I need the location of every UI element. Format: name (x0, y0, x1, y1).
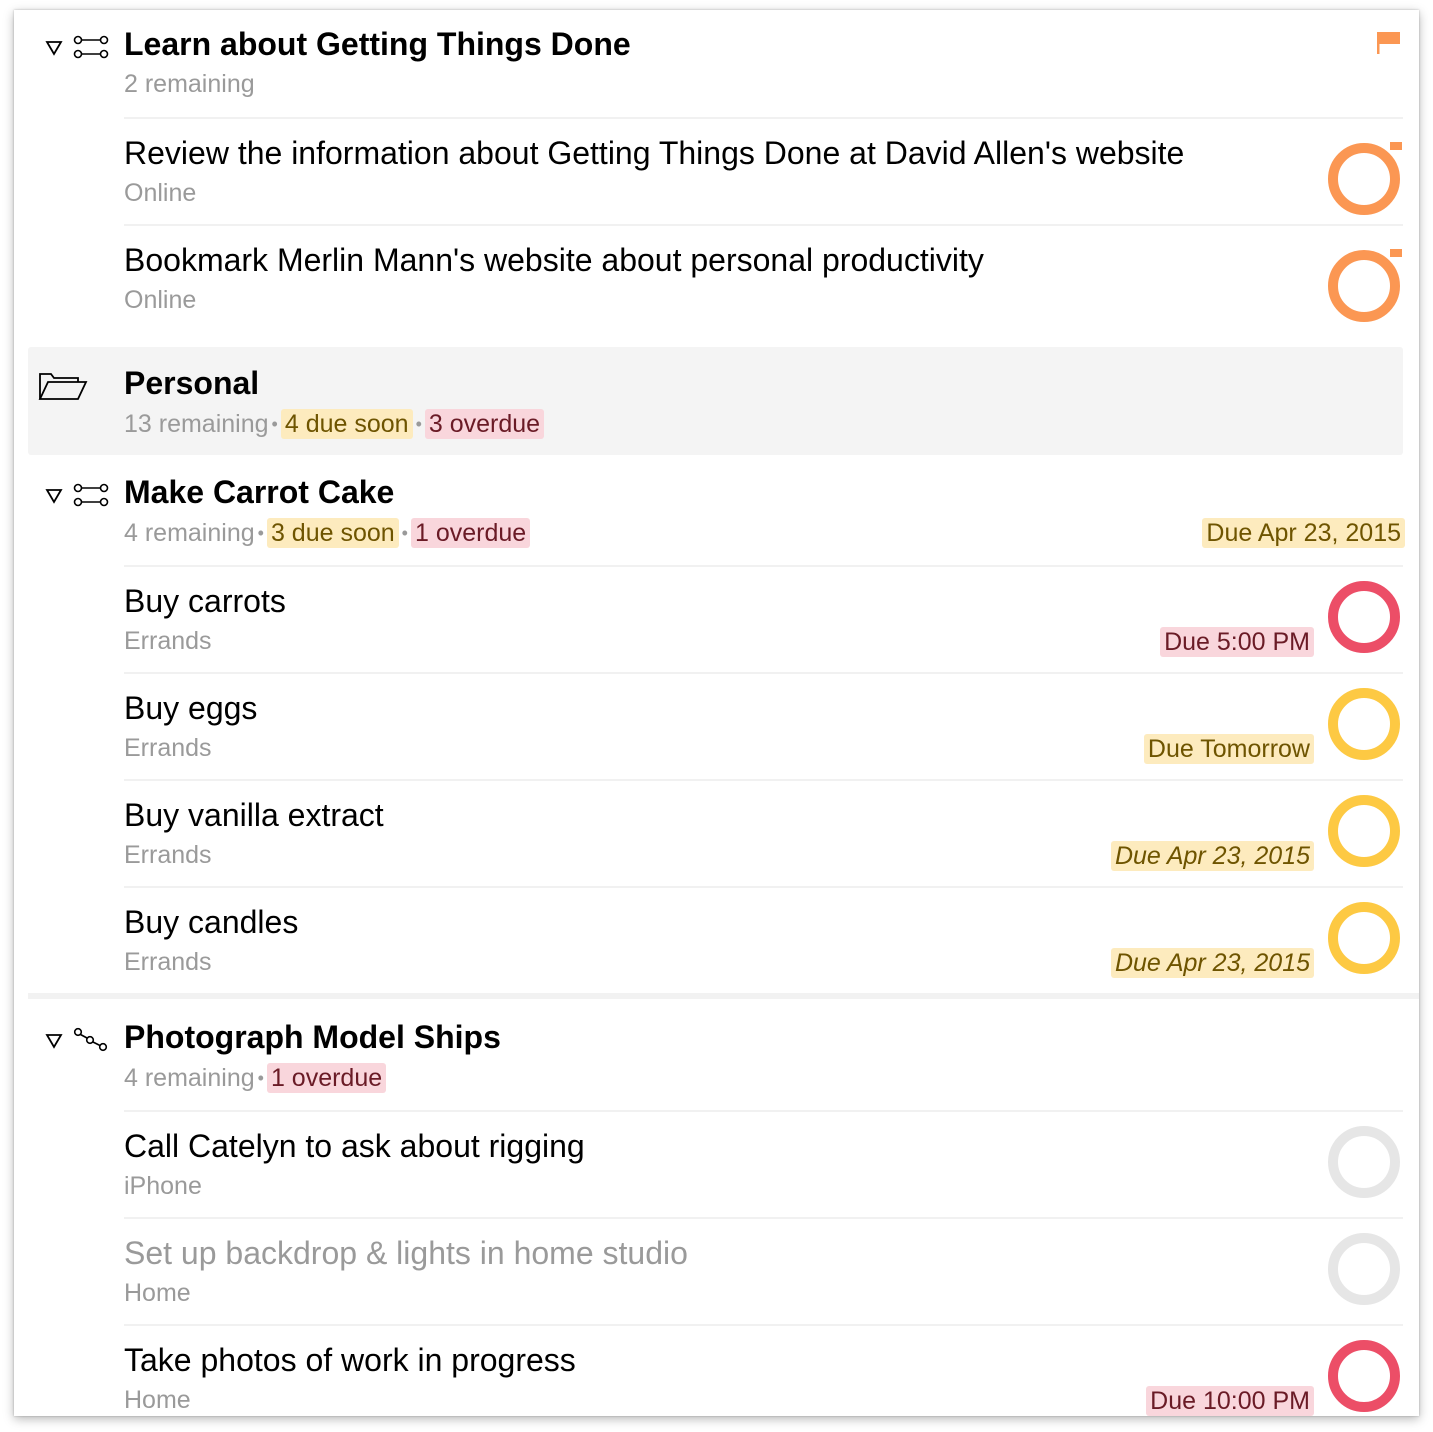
due-soon-badge: 4 due soon (280, 409, 413, 439)
disclosure-triangle-icon[interactable] (45, 40, 63, 56)
status-circle[interactable] (1328, 143, 1400, 215)
separator-dot: • (257, 1067, 264, 1088)
project-remaining: 2 remaining (124, 70, 255, 99)
sequential-project-icon (73, 1027, 108, 1052)
context-label: Online (124, 179, 197, 207)
context-label: Errands (124, 734, 212, 762)
task-row[interactable]: Buy vanilla extract Errands Due Apr 23, … (14, 781, 1419, 887)
project-row[interactable]: Photograph Model Ships 4 remaining • 1 o… (14, 1001, 1419, 1109)
flag-icon (1390, 249, 1402, 257)
status-circle[interactable] (1328, 795, 1400, 867)
remaining-count: 4 remaining (124, 518, 255, 547)
task-context: Errands (124, 948, 212, 977)
task-title[interactable]: Take photos of work in progress (124, 1342, 576, 1379)
project-summary: 4 remaining • 1 overdue (124, 1063, 387, 1093)
task-title[interactable]: Buy candles (124, 904, 298, 941)
task-title[interactable]: Bookmark Merlin Mann's website about per… (124, 242, 984, 279)
task-title[interactable]: Set up backdrop & lights in home studio (124, 1235, 688, 1272)
overdue-badge: Due 10:00 PM (1146, 1386, 1314, 1416)
due-soon-badge: Due Apr 23, 2015 (1110, 841, 1314, 871)
task-row[interactable]: Take photos of work in progress Home Due… (14, 1326, 1419, 1416)
disclosure-triangle-icon[interactable] (45, 488, 63, 504)
status-circle[interactable] (1328, 581, 1400, 653)
status-circle[interactable] (1328, 250, 1400, 322)
task-title[interactable]: Buy eggs (124, 690, 257, 727)
context-label: Online (124, 286, 197, 314)
overdue-badge: 1 overdue (266, 1063, 387, 1093)
context-label: Errands (124, 948, 212, 976)
overdue-badge: 3 overdue (424, 409, 545, 439)
status-circle[interactable] (1328, 1233, 1400, 1305)
task-due-date: Due Apr 23, 2015 (1110, 948, 1314, 978)
task-title[interactable]: Buy carrots (124, 583, 286, 620)
due-soon-badge: Due Tomorrow (1143, 734, 1314, 764)
task-context: Errands (124, 841, 212, 870)
project-due-date: Due Apr 23, 2015 (1202, 518, 1405, 548)
status-circle[interactable] (1328, 902, 1400, 974)
context-label: Errands (124, 841, 212, 869)
separator-dot: • (401, 522, 408, 543)
task-row[interactable]: Buy eggs Errands Due Tomorrow (14, 674, 1419, 780)
task-context: Errands (124, 734, 212, 763)
project-title[interactable]: Photograph Model Ships (124, 1019, 501, 1056)
project-summary: 4 remaining • 3 due soon • 1 overdue (124, 518, 531, 548)
task-due-date: Due 10:00 PM (1146, 1386, 1314, 1416)
separator-dot: • (257, 522, 264, 543)
task-context: Home (124, 1279, 191, 1308)
overdue-badge: 1 overdue (410, 518, 531, 548)
folder-title[interactable]: Personal (124, 365, 259, 402)
status-circle[interactable] (1328, 1126, 1400, 1198)
task-context: Online (124, 286, 196, 315)
parallel-project-icon (73, 35, 109, 59)
task-context: iPhone (124, 1172, 202, 1201)
due-soon-badge: Due Apr 23, 2015 (1110, 948, 1314, 978)
status-circle[interactable] (1328, 1340, 1400, 1412)
project-title[interactable]: Make Carrot Cake (124, 474, 394, 511)
status-circle[interactable] (1328, 688, 1400, 760)
task-context: Home (124, 1386, 191, 1415)
task-due-date: Due 5:00 PM (1160, 627, 1314, 657)
context-label: Home (124, 1279, 191, 1307)
task-row[interactable]: Call Catelyn to ask about rigging iPhone (14, 1112, 1419, 1218)
context-label: iPhone (124, 1172, 202, 1200)
project-row[interactable]: Learn about Getting Things Done 2 remain… (14, 10, 1419, 118)
context-label: Errands (124, 627, 212, 655)
task-row[interactable]: Buy candles Errands Due Apr 23, 2015 (14, 888, 1419, 994)
disclosure-triangle-icon[interactable] (45, 1033, 63, 1049)
task-title[interactable]: Review the information about Getting Thi… (124, 135, 1184, 172)
due-soon-badge: 3 due soon (266, 518, 399, 548)
task-due-date: Due Apr 23, 2015 (1110, 841, 1314, 871)
project-row[interactable]: Make Carrot Cake 4 remaining • 3 due soo… (14, 456, 1419, 564)
task-due-date: Due Tomorrow (1143, 734, 1314, 764)
task-title[interactable]: Buy vanilla extract (124, 797, 384, 834)
task-title[interactable]: Call Catelyn to ask about rigging (124, 1128, 585, 1165)
section-separator (28, 993, 1419, 999)
remaining-count: 4 remaining (124, 1063, 255, 1092)
context-label: Home (124, 1386, 191, 1414)
task-row[interactable]: Review the information about Getting Thi… (14, 119, 1419, 225)
project-title[interactable]: Learn about Getting Things Done (124, 26, 631, 63)
folder-icon (38, 373, 88, 400)
flag-icon[interactable] (1376, 30, 1402, 56)
outline-window: Learn about Getting Things Done 2 remain… (14, 10, 1419, 1416)
task-context: Errands (124, 627, 212, 656)
separator-dot: • (271, 413, 278, 434)
task-row[interactable]: Set up backdrop & lights in home studio … (14, 1219, 1419, 1325)
remaining-count: 13 remaining (124, 409, 269, 438)
overdue-badge: Due 5:00 PM (1160, 627, 1314, 657)
folder-summary: 13 remaining • 4 due soon • 3 overdue (124, 409, 545, 439)
task-row[interactable]: Buy carrots Errands Due 5:00 PM (14, 567, 1419, 673)
due-soon-badge: Due Apr 23, 2015 (1202, 518, 1405, 548)
parallel-project-icon (73, 483, 109, 507)
folder-row[interactable]: Personal 13 remaining • 4 due soon • 3 o… (28, 347, 1403, 455)
remaining-count: 2 remaining (124, 70, 255, 98)
task-row[interactable]: Bookmark Merlin Mann's website about per… (14, 226, 1419, 332)
separator-dot: • (415, 413, 422, 434)
task-context: Online (124, 179, 196, 208)
flag-icon (1390, 142, 1402, 150)
